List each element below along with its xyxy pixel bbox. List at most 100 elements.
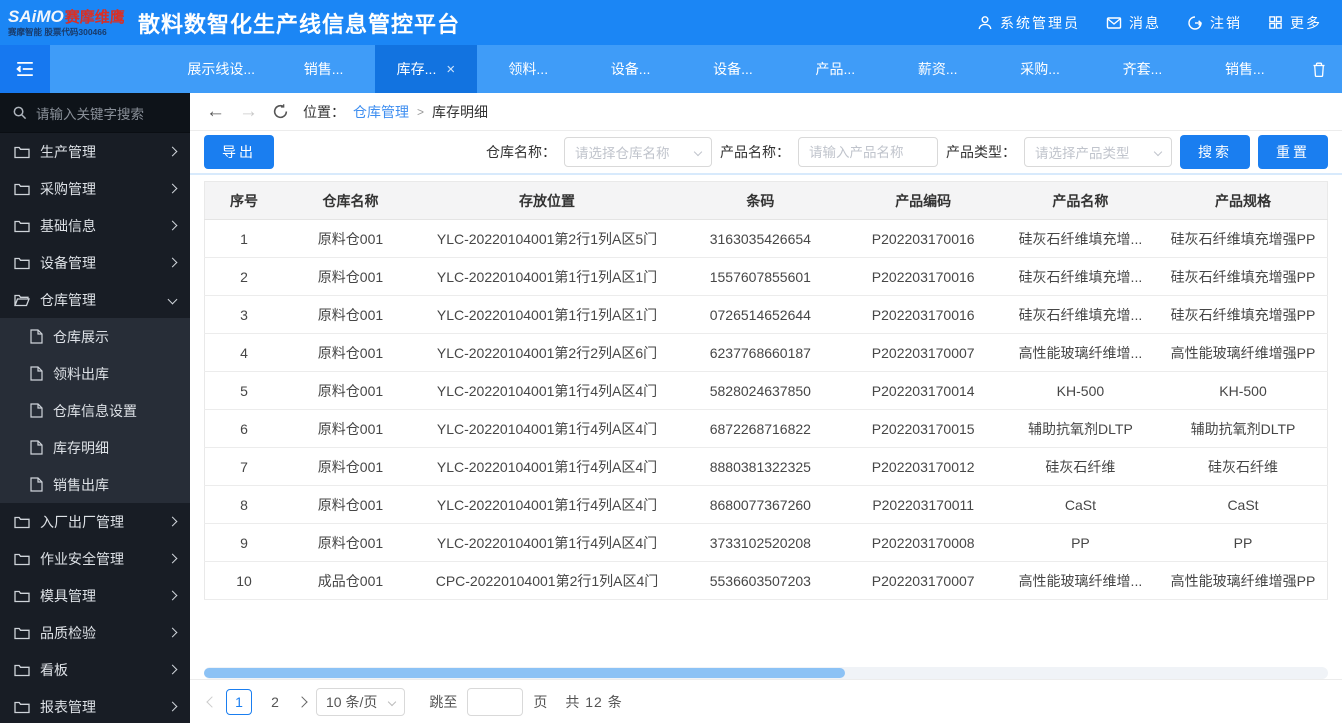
table-cell: 原料仓001 bbox=[283, 447, 418, 486]
tab-9[interactable]: 齐套... bbox=[1091, 45, 1193, 93]
sidebar-submenu: 仓库展示 领料出库仓库信息设置库存明细 销售出库 bbox=[0, 318, 190, 503]
sidebar-item-10[interactable]: 报表管理 bbox=[0, 688, 190, 723]
user-menu[interactable]: 系统管理员 bbox=[977, 13, 1080, 33]
warehouse-select-placeholder: 请选择仓库名称 bbox=[575, 146, 670, 161]
tab-2[interactable]: 库存... × bbox=[374, 45, 478, 93]
horizontal-scrollbar-thumb[interactable] bbox=[204, 668, 845, 678]
sidebar-search[interactable]: 请输入关键字搜索 bbox=[0, 93, 190, 133]
tab-7[interactable]: 薪资... bbox=[887, 45, 989, 93]
tab-label: 销售... bbox=[1224, 61, 1265, 77]
tab-label: 设备... bbox=[713, 61, 753, 77]
page-number-1[interactable]: 1 bbox=[226, 688, 252, 715]
table-cell: 高性能玻璃纤维增强PP bbox=[1159, 333, 1328, 372]
brand-subtitle: 赛摩智能 股票代码300466 bbox=[8, 27, 107, 38]
tab-6[interactable]: 产品... bbox=[784, 45, 886, 93]
sidebar-subitem-4[interactable]: 销售出库 bbox=[0, 466, 190, 503]
sidebar-item-5[interactable]: 入厂出厂管理 bbox=[0, 503, 190, 540]
sidebar-item-3[interactable]: 设备管理 bbox=[0, 244, 190, 281]
close-all-tabs-button[interactable] bbox=[1296, 45, 1342, 93]
tab-1[interactable]: 销售... bbox=[272, 45, 374, 93]
chevron-right-icon bbox=[167, 590, 178, 601]
tab-4[interactable]: 设备... bbox=[579, 45, 681, 93]
product-type-select[interactable]: 请选择产品类型 bbox=[1024, 137, 1172, 167]
table-cell: 原料仓001 bbox=[283, 409, 418, 448]
table-row-7[interactable]: 7 原料仓001 YLC-20220104001第1行4列A区4门 888038132… bbox=[204, 447, 1328, 486]
table-row-5[interactable]: 5 原料仓001 YLC-20220104001第1行4列A区4门 582802463… bbox=[204, 371, 1328, 410]
table-cell: 5536603507203 bbox=[676, 561, 845, 600]
page-number-2[interactable]: 2 bbox=[262, 689, 288, 715]
table-row-10[interactable]: 10 成品仓001 CPC-20220104001第2行1列A区4门 55366035… bbox=[204, 561, 1328, 600]
jump-page-input[interactable] bbox=[467, 687, 524, 716]
table-row-2[interactable]: 2 原料仓001 YLC-20220104001第1行1列A区1门 155760785… bbox=[204, 257, 1328, 296]
table-cell: 高性能玻璃纤维增... bbox=[1001, 333, 1160, 372]
table-row-9[interactable]: 9 原料仓001 YLC-20220104001第1行4列A区4门 373310252… bbox=[204, 523, 1328, 562]
search-button[interactable]: 搜索 bbox=[1180, 135, 1250, 169]
column-header: 存放位置 bbox=[417, 181, 677, 220]
tab-5[interactable]: 设备... bbox=[682, 45, 784, 93]
forward-arrow-icon[interactable]: → bbox=[239, 102, 258, 121]
sidebar-subitem-3[interactable]: 库存明细 bbox=[0, 429, 190, 466]
table-cell: YLC-20220104001第1行4列A区4门 bbox=[417, 447, 677, 486]
tab-8[interactable]: 采购... bbox=[989, 45, 1091, 93]
grid-icon bbox=[1268, 15, 1283, 30]
tab-label: 销售... bbox=[303, 61, 344, 77]
tab-0[interactable]: 展示线设... bbox=[170, 45, 272, 93]
sidebar-item-6[interactable]: 作业安全管理 bbox=[0, 540, 190, 577]
warehouse-select[interactable]: 请选择仓库名称 bbox=[564, 137, 712, 167]
prev-page-icon[interactable] bbox=[206, 695, 218, 708]
sidebar-item-label: 模具管理 bbox=[40, 587, 96, 604]
table-cell: 硅灰石纤维 bbox=[1159, 447, 1328, 486]
sidebar-item-9[interactable]: 看板 bbox=[0, 651, 190, 688]
sidebar-item-4[interactable]: 仓库管理 bbox=[0, 281, 190, 318]
header-actions: 系统管理员 消息 注销 更多 bbox=[977, 13, 1342, 33]
messages-button[interactable]: 消息 bbox=[1106, 13, 1161, 33]
table-cell: YLC-20220104001第1行1列A区1门 bbox=[417, 257, 677, 296]
table-row-1[interactable]: 1 原料仓001 YLC-20220104001第2行1列A区5门 316303542… bbox=[204, 219, 1328, 258]
refresh-icon[interactable] bbox=[272, 103, 289, 120]
sidebar-collapse-button[interactable] bbox=[0, 45, 50, 93]
table-cell: 成品仓001 bbox=[283, 561, 418, 600]
table-cell: 6 bbox=[204, 409, 284, 448]
logout-button[interactable]: 注销 bbox=[1187, 13, 1242, 33]
table-row-6[interactable]: 6 原料仓001 YLC-20220104001第1行4列A区4门 687226871… bbox=[204, 409, 1328, 448]
table-row-4[interactable]: 4 原料仓001 YLC-20220104001第2行2列A区6门 623776866… bbox=[204, 333, 1328, 372]
page-unit-label: 页 bbox=[533, 693, 548, 710]
sidebar-subitem-1[interactable]: 领料出库 bbox=[0, 355, 190, 392]
next-page-icon[interactable] bbox=[296, 695, 308, 708]
export-button[interactable]: 导出 bbox=[204, 135, 274, 169]
tab-10[interactable]: 销售... bbox=[1194, 45, 1296, 93]
app-header: SAiMO赛摩维鹰 赛摩智能 股票代码300466 散料数智化生产线信息管控平台… bbox=[0, 0, 1342, 45]
file-icon bbox=[30, 366, 43, 381]
sidebar-subitem-0[interactable]: 仓库展示 bbox=[0, 318, 190, 355]
sidebar-menu: 生产管理 采购管理基础信息设备管理 仓库管理 仓库展示 领料出库仓库信息设置库存明细 销售… bbox=[0, 133, 190, 723]
sidebar-item-0[interactable]: 生产管理 bbox=[0, 133, 190, 170]
inventory-table: 序号 仓库名称 存放位置 条码 产品编码 产品名称 产品规格 1 原料仓001 YLC-20220… bbox=[204, 181, 1328, 600]
column-header: 条码 bbox=[676, 181, 845, 220]
sidebar-item-1[interactable]: 采购管理 bbox=[0, 170, 190, 207]
horizontal-scrollbar[interactable] bbox=[204, 667, 1328, 679]
more-button[interactable]: 更多 bbox=[1268, 13, 1322, 33]
back-arrow-icon[interactable]: ← bbox=[206, 102, 225, 121]
table-row-3[interactable]: 3 原料仓001 YLC-20220104001第1行1列A区1门 072651465… bbox=[204, 295, 1328, 334]
table-cell: 4 bbox=[204, 333, 284, 372]
table-cell: 硅灰石纤维填充增... bbox=[1001, 295, 1160, 334]
tab-3[interactable]: 领料... bbox=[477, 45, 579, 93]
product-name-input[interactable] bbox=[798, 137, 938, 167]
sidebar-item-label: 基础信息 bbox=[40, 217, 96, 234]
sidebar-item-2[interactable]: 基础信息 bbox=[0, 207, 190, 244]
chevron-right-icon bbox=[167, 701, 178, 712]
sidebar-item-7[interactable]: 模具管理 bbox=[0, 577, 190, 614]
sidebar-item-8[interactable]: 品质检验 bbox=[0, 614, 190, 651]
page-size-select[interactable]: 10 条/页 bbox=[316, 687, 406, 716]
pagination-bar: 12 10 条/页 跳至 页 共 12 条 bbox=[190, 679, 1342, 723]
sidebar-subitem-2[interactable]: 仓库信息设置 bbox=[0, 392, 190, 429]
reset-button[interactable]: 重置 bbox=[1258, 135, 1328, 169]
table-row-8[interactable]: 8 原料仓001 YLC-20220104001第1行4列A区4门 868007736… bbox=[204, 485, 1328, 524]
sidebar-subitem-label: 仓库信息设置 bbox=[53, 402, 137, 419]
breadcrumb-parent-link[interactable]: 仓库管理 bbox=[353, 102, 409, 122]
folder-icon bbox=[14, 515, 30, 529]
tab-close-icon[interactable]: × bbox=[446, 61, 455, 78]
table-cell: PP bbox=[1159, 523, 1328, 562]
file-icon bbox=[30, 440, 43, 455]
chevron-right-icon bbox=[167, 516, 178, 527]
